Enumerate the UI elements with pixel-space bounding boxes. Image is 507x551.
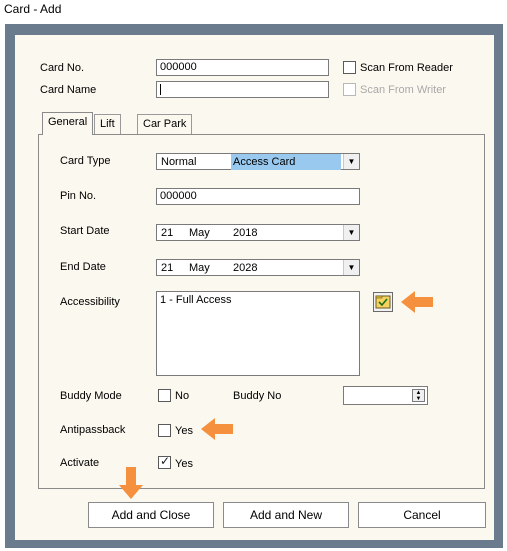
chevron-down-icon[interactable]: ▼ bbox=[343, 260, 359, 275]
tab-car-park[interactable]: Car Park bbox=[137, 114, 193, 134]
scan-from-writer-checkbox bbox=[343, 83, 356, 96]
pin-no-label: Pin No. bbox=[60, 190, 97, 202]
card-type-value-a: Normal bbox=[161, 156, 197, 168]
chevron-down-icon[interactable]: ▼ bbox=[343, 154, 359, 169]
scan-from-reader-label: Scan From Reader bbox=[360, 62, 453, 74]
buddy-mode-label: Buddy Mode bbox=[60, 390, 122, 402]
end-date-day: 21 bbox=[161, 262, 174, 274]
accessibility-label: Accessibility bbox=[60, 296, 120, 308]
add-and-close-button[interactable]: Add and Close bbox=[88, 502, 214, 528]
antipassback-checkbox[interactable] bbox=[158, 424, 171, 437]
orange-arrow-icon bbox=[201, 418, 233, 440]
card-type-label: Card Type bbox=[60, 155, 111, 167]
accessibility-picker-button[interactable] bbox=[373, 292, 393, 312]
buddy-mode-checkbox[interactable] bbox=[158, 389, 171, 402]
list-item[interactable]: 1 - Full Access bbox=[160, 294, 356, 306]
card-type-select[interactable]: Normal Access Card ▼ bbox=[156, 153, 360, 170]
card-name-label: Card Name bbox=[40, 84, 97, 96]
end-date-label: End Date bbox=[60, 261, 106, 273]
orange-arrow-icon bbox=[119, 467, 143, 499]
buddy-no-label: Buddy No bbox=[233, 390, 282, 402]
start-date-day: 21 bbox=[161, 227, 174, 239]
buddy-no-stepper[interactable]: ▲ ▼ bbox=[343, 386, 428, 405]
end-date-picker[interactable]: 21 May 2028 ▼ bbox=[156, 259, 360, 276]
chevron-down-icon[interactable]: ▼ bbox=[343, 225, 359, 240]
pin-no-input[interactable]: 000000 bbox=[156, 188, 360, 205]
card-no-label: Card No. bbox=[40, 62, 85, 74]
window-title: Card - Add bbox=[4, 2, 62, 16]
orange-arrow-icon bbox=[401, 291, 433, 313]
end-date-year: 2028 bbox=[233, 262, 258, 274]
tab-lift[interactable]: Lift bbox=[94, 114, 121, 134]
scan-from-writer-label: Scan From Writer bbox=[360, 84, 446, 96]
accessibility-list[interactable]: 1 - Full Access bbox=[156, 291, 360, 376]
checkmark-icon: ✓ bbox=[160, 454, 171, 468]
buddy-mode-value: No bbox=[175, 390, 190, 402]
antipassback-label: Antipassback bbox=[60, 424, 126, 436]
card-no-input[interactable]: 000000 bbox=[156, 59, 329, 76]
card-type-value-b: Access Card bbox=[231, 154, 341, 170]
activate-checkbox[interactable]: ✓ bbox=[158, 454, 171, 469]
start-date-label: Start Date bbox=[60, 225, 110, 237]
text-caret bbox=[160, 83, 161, 95]
card-name-input[interactable] bbox=[156, 81, 329, 98]
add-and-new-button[interactable]: Add and New bbox=[223, 502, 349, 528]
spinner-arrows-icon[interactable]: ▲ ▼ bbox=[412, 389, 425, 402]
cancel-button[interactable]: Cancel bbox=[358, 502, 486, 528]
start-date-picker[interactable]: 21 May 2018 ▼ bbox=[156, 224, 360, 241]
tab-general[interactable]: General bbox=[42, 112, 94, 135]
folder-check-icon bbox=[375, 295, 391, 309]
end-date-month: May bbox=[189, 262, 210, 274]
scan-from-reader-checkbox[interactable] bbox=[343, 61, 356, 74]
antipassback-value: Yes bbox=[175, 425, 193, 437]
start-date-year: 2018 bbox=[233, 227, 258, 239]
activate-label: Activate bbox=[60, 457, 100, 469]
start-date-month: May bbox=[189, 227, 210, 239]
activate-value: Yes bbox=[175, 458, 193, 470]
